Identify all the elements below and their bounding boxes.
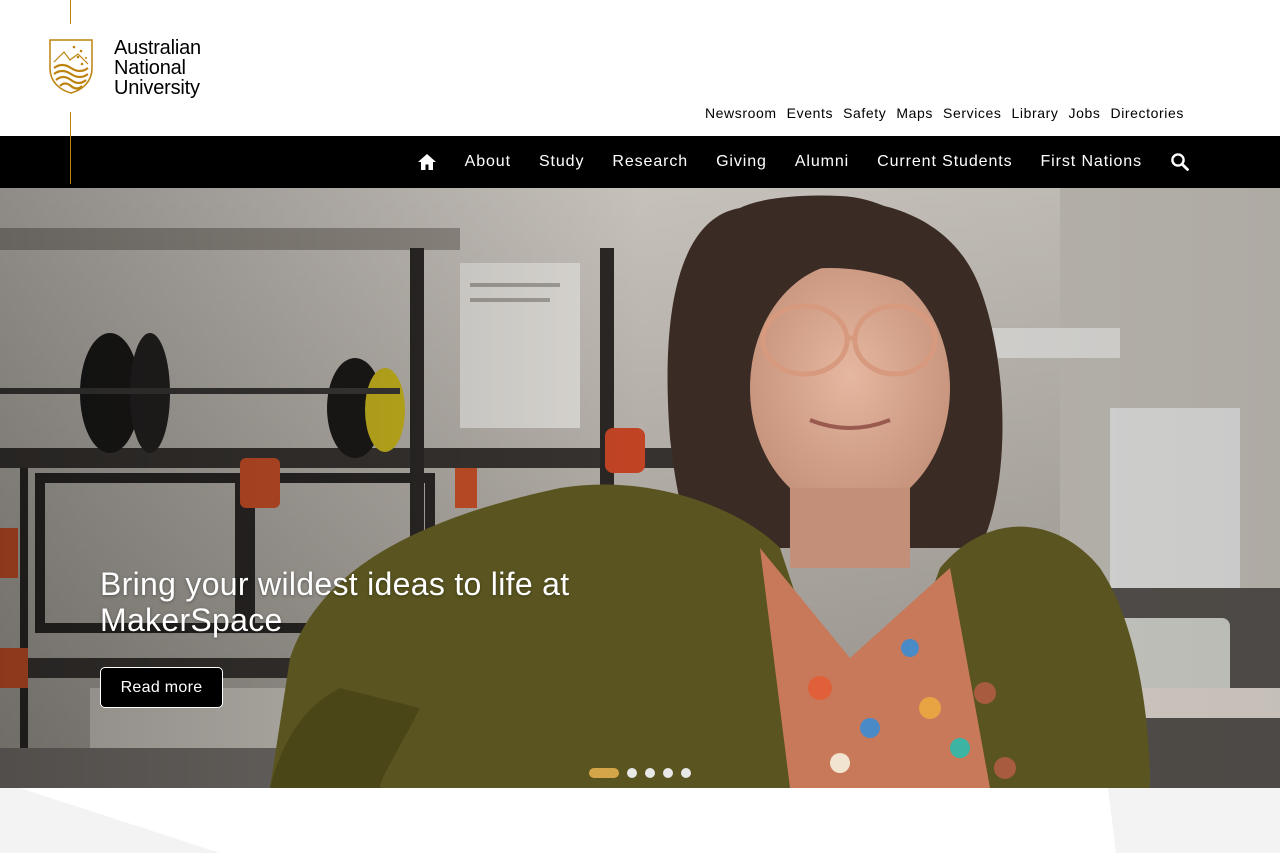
anu-logo-link[interactable]: Australian National University [48, 38, 201, 98]
carousel-dot-2[interactable] [627, 768, 637, 778]
nav-item-research[interactable]: Research [612, 153, 688, 171]
logo-line-1: Australian [114, 37, 201, 59]
utility-link-directories[interactable]: Directories [1110, 105, 1184, 121]
utility-link-library[interactable]: Library [1012, 105, 1059, 121]
home-icon [417, 154, 436, 170]
carousel-dot-4[interactable] [663, 768, 673, 778]
gold-divider-top [70, 0, 71, 24]
utility-nav: Newsroom Events Safety Maps Services Lib… [705, 105, 1184, 121]
logo-line-3: University [114, 77, 200, 99]
utility-link-jobs[interactable]: Jobs [1069, 105, 1101, 121]
logo-wordmark: Australian National University [114, 38, 201, 98]
content-section [0, 788, 1280, 853]
utility-link-services[interactable]: Services [943, 105, 1001, 121]
nav-item-alumni[interactable]: Alumni [795, 153, 849, 171]
utility-link-maps[interactable]: Maps [896, 105, 933, 121]
nav-item-study[interactable]: Study [539, 153, 584, 171]
utility-link-events[interactable]: Events [787, 105, 833, 121]
anu-crest-icon [49, 39, 93, 94]
decorative-background [0, 788, 1280, 853]
nav-item-first-nations[interactable]: First Nations [1041, 153, 1143, 171]
logo-line-2: National [114, 57, 186, 79]
nav-home[interactable] [417, 152, 437, 172]
carousel-pagination [589, 768, 691, 778]
search-icon [1171, 153, 1189, 171]
carousel-dot-1[interactable] [589, 768, 619, 778]
carousel-dot-5[interactable] [681, 768, 691, 778]
nav-item-current-students[interactable]: Current Students [877, 153, 1012, 171]
main-nav: About Study Research Giving Alumni Curre… [0, 136, 1280, 188]
nav-item-about[interactable]: About [465, 153, 511, 171]
hero-carousel: Bring your wildest ideas to life at Make… [0, 188, 1280, 788]
gold-divider-bottom [70, 112, 71, 184]
hero-title: Bring your wildest ideas to life at Make… [100, 566, 570, 638]
nav-item-giving[interactable]: Giving [716, 153, 767, 171]
nav-search[interactable] [1170, 152, 1190, 172]
utility-link-newsroom[interactable]: Newsroom [705, 105, 777, 121]
utility-link-safety[interactable]: Safety [843, 105, 886, 121]
read-more-button[interactable]: Read more [100, 667, 223, 708]
site-header: Australian National University Newsroom … [0, 0, 1280, 136]
carousel-dot-3[interactable] [645, 768, 655, 778]
